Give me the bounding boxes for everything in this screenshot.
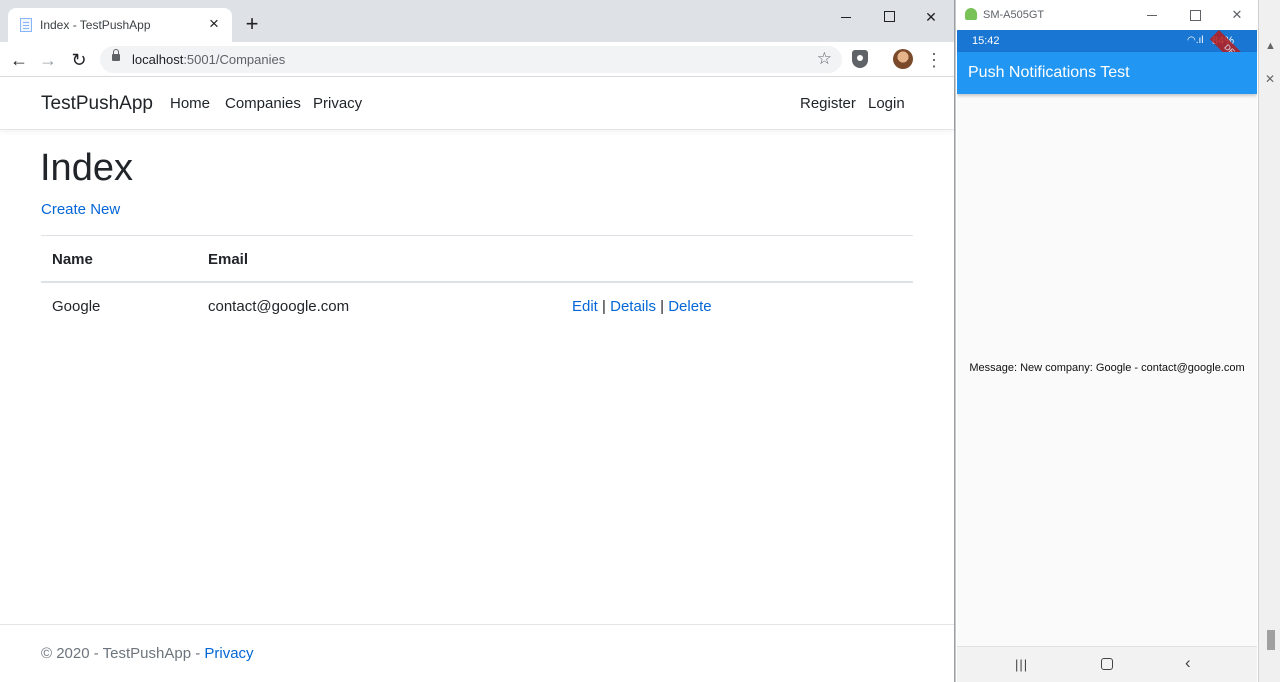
wifi-signal-icon: ◠.ıl xyxy=(1187,35,1204,46)
desktop: Index - TestPushApp × + ✕ ← → ↻ localhos… xyxy=(0,0,1280,682)
cell-company-email: contact@google.com xyxy=(208,298,350,315)
close-window-button[interactable]: ✕ xyxy=(908,6,954,28)
browser-menu-icon[interactable]: ⋮ xyxy=(924,48,944,72)
delete-link[interactable]: Delete xyxy=(668,298,711,315)
browser-toolbar: ← → ↻ localhost:5001/Companies ☆ ⋮ xyxy=(0,42,954,77)
url-host: localhost xyxy=(132,52,184,67)
nav-companies-link[interactable]: Companies xyxy=(225,95,301,112)
extension-shield-icon[interactable] xyxy=(852,50,868,68)
site-navbar: TestPushApp Home Companies Privacy Regis… xyxy=(0,77,954,130)
table-top-border xyxy=(41,235,913,236)
details-link[interactable]: Details xyxy=(610,298,656,315)
app-bar-title: Push Notifications Test xyxy=(968,64,1130,81)
home-button[interactable] xyxy=(1101,658,1113,670)
nav-login-link[interactable]: Login xyxy=(868,95,905,112)
column-header-name: Name xyxy=(52,251,93,268)
browser-window: Index - TestPushApp × + ✕ ← → ↻ localhos… xyxy=(0,0,955,682)
reload-button[interactable]: ↻ xyxy=(67,48,91,72)
url-path: :5001/Companies xyxy=(183,52,286,67)
site-footer: © 2020 - TestPushApp - Privacy xyxy=(0,624,954,682)
android-icon xyxy=(965,8,977,20)
tab-close-icon[interactable]: × xyxy=(204,14,224,34)
edit-link[interactable]: Edit xyxy=(572,298,598,315)
close-icon[interactable]: ✕ xyxy=(1265,72,1275,86)
emulator-minimize-button[interactable] xyxy=(1142,6,1162,24)
scrollbar-thumb[interactable] xyxy=(1267,630,1275,650)
address-bar[interactable]: localhost:5001/Companies ☆ xyxy=(100,46,842,73)
emulator-close-button[interactable]: ✕ xyxy=(1227,6,1247,24)
emulator-titlebar: SM-A505GT ✕ xyxy=(956,0,1259,30)
bookmark-star-icon[interactable]: ☆ xyxy=(817,48,832,70)
maximize-button[interactable] xyxy=(866,6,912,28)
row-actions: Edit | Details | Delete xyxy=(572,298,712,315)
create-new-link[interactable]: Create New xyxy=(41,201,120,218)
web-page: TestPushApp Home Companies Privacy Regis… xyxy=(0,77,954,682)
tab-strip: Index - TestPushApp × + ✕ xyxy=(0,0,954,42)
app-bar: Push Notifications Test xyxy=(957,52,1257,94)
back-nav-button[interactable]: ‹ xyxy=(1185,653,1191,673)
android-nav-bar: ||| ‹ xyxy=(957,646,1257,682)
cell-company-name: Google xyxy=(52,298,101,315)
back-button[interactable]: ← xyxy=(7,48,31,72)
lock-icon[interactable] xyxy=(112,49,120,61)
footer-copyright: © 2020 - TestPushApp - Privacy xyxy=(41,645,254,662)
status-time: 15:42 xyxy=(972,35,1000,47)
column-header-email: Email xyxy=(208,251,249,268)
nav-register-link[interactable]: Register xyxy=(800,95,856,112)
new-tab-button[interactable]: + xyxy=(241,13,263,35)
emulator-window: SM-A505GT ✕ 15:42 ◠.ıl 84% DEBUG Push No… xyxy=(955,0,1259,682)
notification-message: Message: New company: Google - contact@g… xyxy=(969,362,1245,374)
nav-home-link[interactable]: Home xyxy=(170,95,210,112)
nav-privacy-link[interactable]: Privacy xyxy=(313,95,362,112)
forward-button[interactable]: → xyxy=(36,48,60,72)
table-header-border xyxy=(41,281,913,283)
separator: | xyxy=(660,298,665,315)
browser-tab[interactable]: Index - TestPushApp × xyxy=(8,8,232,42)
tab-title: Index - TestPushApp xyxy=(40,18,151,32)
phone-screen: 15:42 ◠.ıl 84% DEBUG Push Notifications … xyxy=(957,30,1257,682)
scroll-up-arrow-icon[interactable]: ▲ xyxy=(1265,40,1276,52)
emulator-title: SM-A505GT xyxy=(983,9,1045,21)
emulator-maximize-button[interactable] xyxy=(1185,6,1205,24)
site-brand-link[interactable]: TestPushApp xyxy=(41,93,153,115)
page-favicon-icon xyxy=(20,18,32,32)
background-window-edge: ▲ ✕ xyxy=(1258,0,1280,682)
footer-privacy-link[interactable]: Privacy xyxy=(204,645,253,662)
profile-avatar[interactable] xyxy=(893,49,913,69)
minimize-button[interactable] xyxy=(824,6,870,28)
footer-copyright-text: © 2020 - TestPushApp - xyxy=(41,645,205,662)
page-title: Index xyxy=(40,147,133,189)
separator: | xyxy=(602,298,606,315)
url-text: localhost:5001/Companies xyxy=(132,52,285,67)
recents-button[interactable]: ||| xyxy=(1015,657,1028,672)
